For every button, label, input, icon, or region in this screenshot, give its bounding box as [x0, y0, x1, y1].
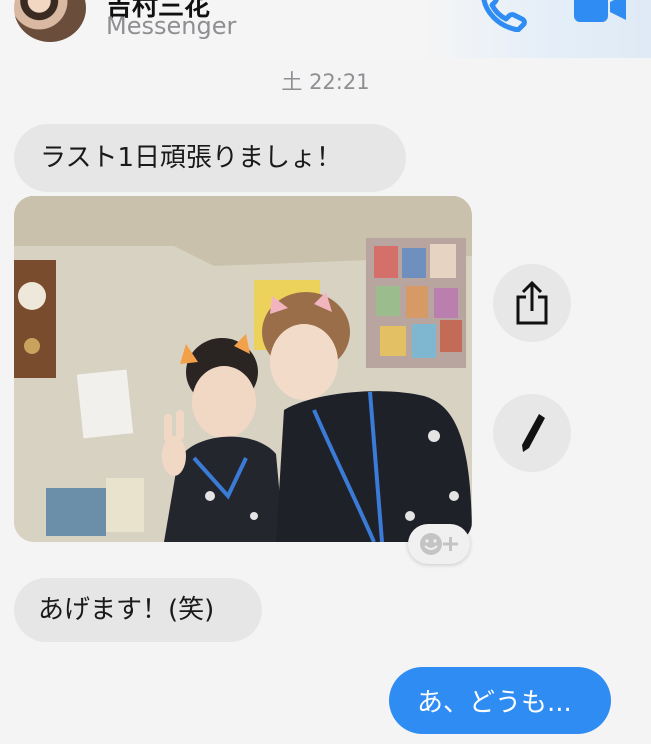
message-timestamp: 土 22:21 [281, 70, 370, 94]
incoming-message-bubble[interactable]: ラスト1日頑張りましょ！ [14, 124, 406, 192]
add-reaction-icon [420, 533, 458, 555]
phone-icon[interactable] [478, 0, 530, 33]
pencil-icon [522, 414, 545, 452]
message-text: あ、どうも... [417, 688, 572, 718]
photo-message[interactable] [14, 196, 472, 542]
message-text: あげます！(笑) [38, 595, 215, 625]
photo-image [14, 196, 472, 542]
conversation-header: 吉村三花 Messenger [0, 0, 651, 58]
avatar[interactable] [14, 0, 86, 42]
message-text: ラスト1日頑張りましょ！ [40, 143, 343, 173]
edit-button[interactable] [493, 394, 571, 472]
share-icon [516, 281, 548, 325]
video-camera-icon[interactable] [570, 0, 630, 26]
outgoing-message-bubble[interactable]: あ、どうも... [389, 667, 611, 734]
app-label: Messenger [106, 12, 237, 40]
share-button[interactable] [493, 264, 571, 342]
incoming-message-bubble[interactable]: あげます！(笑) [14, 578, 262, 642]
add-reaction-button[interactable] [408, 524, 470, 564]
